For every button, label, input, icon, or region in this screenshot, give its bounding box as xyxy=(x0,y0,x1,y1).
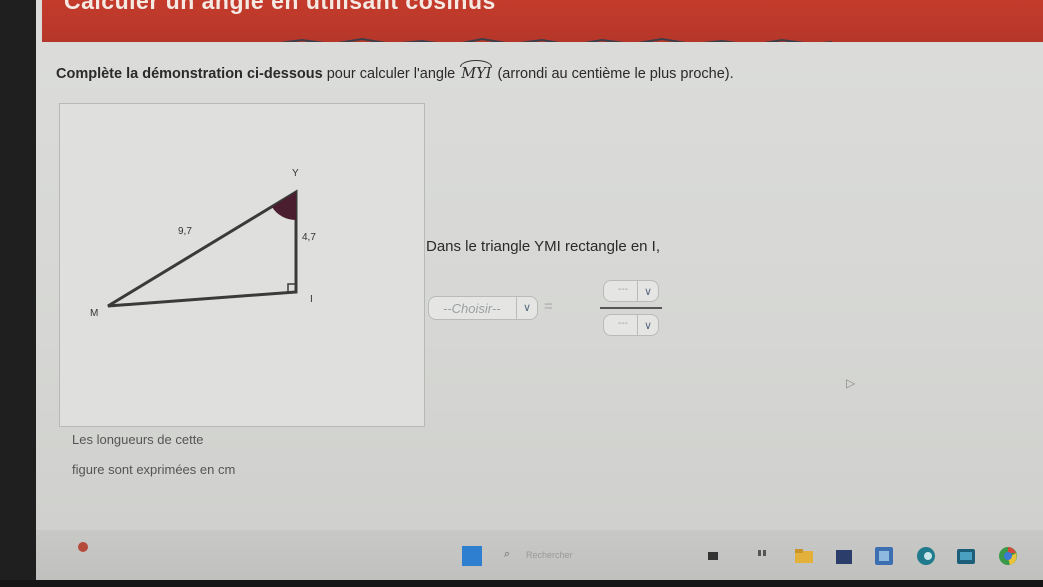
windows-start-icon[interactable] xyxy=(462,546,482,566)
taskbar-search[interactable]: ⌕ Rechercher xyxy=(504,548,624,566)
search-placeholder: Rechercher xyxy=(526,550,573,560)
numerator-select[interactable]: --- ∨ xyxy=(603,280,659,302)
edge-icon[interactable] xyxy=(916,546,936,566)
equals-sign: = xyxy=(544,298,553,315)
file-explorer-icon[interactable] xyxy=(794,546,814,566)
vertex-y-label: Y xyxy=(292,168,299,179)
figure-caption-line1: Les longueurs de cette xyxy=(72,432,204,447)
fraction-bar xyxy=(600,307,662,309)
header-decoration xyxy=(279,37,832,42)
task-view-icon[interactable] xyxy=(706,546,726,566)
app-icon[interactable] xyxy=(874,546,894,566)
mail-icon[interactable] xyxy=(956,546,976,566)
angle-name: MYI xyxy=(460,60,493,82)
screen-bezel xyxy=(0,580,1043,587)
vertex-i-label: I xyxy=(310,294,313,305)
formula-row: --Choisir-- ∨ = --- ∨ --- ∨ xyxy=(426,280,662,340)
trig-select-value: --Choisir-- xyxy=(443,301,501,316)
demo-context: Dans le triangle YMI rectangle en I, xyxy=(426,238,661,255)
taskbar: ⌕ Rechercher xyxy=(36,530,1043,580)
angle-mark xyxy=(272,192,296,221)
chevron-down-icon: ∨ xyxy=(516,297,537,319)
denominator-value: --- xyxy=(618,318,628,329)
store-icon[interactable] xyxy=(834,546,854,566)
instruction-part1: pour calculer l'angle xyxy=(322,66,460,82)
instruction-text: Complète la démonstration ci-dessous pou… xyxy=(56,60,734,82)
trig-function-select[interactable]: --Choisir-- ∨ xyxy=(428,296,538,320)
header-bar: Calculer un angle en utilisant cosinus xyxy=(42,0,1043,42)
instruction-bold: Complète la démonstration ci-dessous xyxy=(56,66,323,82)
triangle-figure: Y M I 9,7 4,7 xyxy=(90,168,316,319)
hypotenuse-label: 9,7 xyxy=(178,226,192,237)
instruction-part2: (arrondi au centième le plus proche). xyxy=(493,66,734,82)
vertex-m-label: M xyxy=(90,308,98,319)
chevron-down-icon: ∨ xyxy=(637,281,658,301)
chevron-down-icon: ∨ xyxy=(637,315,658,335)
page-title: Calculer un angle en utilisant cosinus xyxy=(64,0,496,14)
screen: Calculer un angle en utilisant cosinus C… xyxy=(0,0,1043,587)
figure-panel: Y M I 9,7 4,7 xyxy=(59,103,425,427)
weather-icon[interactable] xyxy=(78,542,88,552)
denominator-select[interactable]: --- ∨ xyxy=(603,314,659,336)
mouse-cursor-icon: ▷ xyxy=(846,376,856,390)
side-yi-label: 4,7 xyxy=(302,232,316,243)
numerator-value: --- xyxy=(618,284,628,295)
exercise-page: Calculer un angle en utilisant cosinus C… xyxy=(36,0,1043,548)
search-icon: ⌕ xyxy=(504,548,511,560)
widgets-icon[interactable] xyxy=(752,546,772,566)
figure-caption-line2: figure sont exprimées en cm xyxy=(72,462,236,477)
triangle-shape xyxy=(107,189,298,308)
chrome-icon[interactable] xyxy=(998,546,1018,566)
